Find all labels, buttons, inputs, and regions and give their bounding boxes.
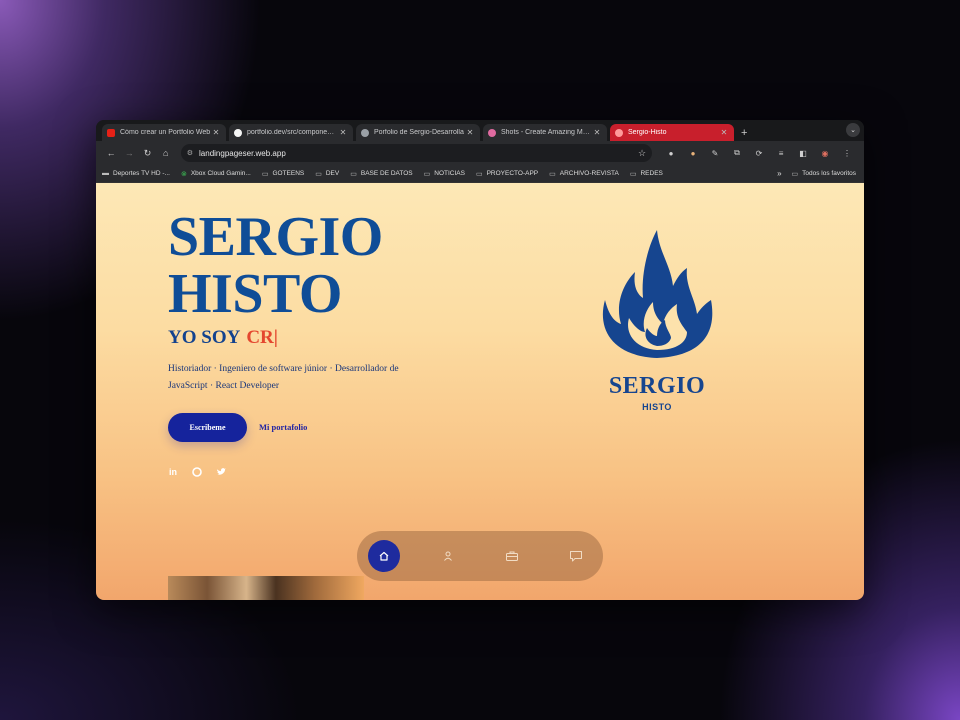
folder-icon: ▭ (791, 170, 799, 178)
landing-page: SERGIO HISTO YO SOY CR| Historiador · Ing… (96, 183, 864, 600)
menu-kebab-icon[interactable]: ⋮ (836, 144, 858, 163)
bookmark-folder[interactable]: ▭ REDES (630, 170, 663, 178)
profile-avatar-icon[interactable]: ◉ (814, 144, 836, 163)
hero-name: SERGIO HISTO (168, 209, 383, 323)
folder-icon: ▭ (261, 170, 269, 178)
write-me-button[interactable]: Escribeme (168, 413, 247, 442)
site-info-icon[interactable]: ⚙ (187, 149, 193, 157)
bookmark-folder[interactable]: ▭ PROYECTO-APP (476, 170, 538, 178)
tv-icon: ▬ (102, 170, 109, 177)
bottom-nav-dock (357, 531, 603, 581)
bookmark-label: GOTEENS (272, 170, 305, 177)
bookmark-star-icon[interactable]: ☆ (638, 148, 646, 159)
tab-youtube[interactable]: Cómo crear un Portfolio Web ✕ (102, 124, 226, 141)
youtube-icon (107, 128, 115, 137)
tab-title: Porfolio de Sergio-Desarrolla (374, 129, 464, 136)
forward-icon[interactable]: → (120, 144, 138, 163)
bookmarks-overflow-button[interactable]: » (777, 169, 781, 178)
close-icon[interactable]: ✕ (719, 128, 729, 137)
shots-icon (488, 128, 496, 137)
flame-icon (615, 128, 623, 137)
bookmark-folder[interactable]: ▭ DEV (315, 170, 339, 178)
xbox-icon: ⊗ (180, 170, 187, 178)
extension-icon[interactable]: ● (660, 144, 682, 163)
chevron-down-icon[interactable]: ⌄ (846, 123, 860, 137)
back-icon[interactable]: ← (102, 144, 120, 163)
bookmark-folder[interactable]: ▭ BASE DE DATOS (350, 170, 412, 178)
tab-sergio-histo[interactable]: Sergio-Histo ✕ (610, 124, 734, 141)
refresh-extension-icon[interactable]: ⟳ (748, 144, 770, 163)
bookmark-folder[interactable]: ▭ NOTICIAS (424, 170, 465, 178)
bookmarks-bar: ▬ Deportes TV HD -... ⊗ Xbox Cloud Gamin..… (96, 165, 864, 183)
hero-name-line2: HISTO (168, 263, 342, 325)
folder-icon: ▭ (423, 170, 431, 178)
close-icon[interactable]: ✕ (211, 128, 221, 137)
bookmark-label: REDES (640, 170, 663, 177)
bookmark-label: Deportes TV HD -... (113, 170, 170, 177)
profile-photo (168, 576, 364, 600)
puzzle-icon[interactable]: ⧉ (726, 144, 748, 163)
bookmark-label: ARCHIVO-REVISTA (559, 170, 619, 177)
folder-icon: ▭ (549, 170, 556, 178)
bookmark-label: PROYECTO-APP (486, 170, 539, 177)
folder-icon: ▭ (629, 170, 637, 178)
tab-title: Sergio-Histo (628, 129, 667, 136)
bookmark-item[interactable]: ▬ Deportes TV HD -... (102, 170, 170, 177)
hero-description: Historiador · Ingeniero de software júni… (168, 364, 399, 391)
hero-name-line1: SERGIO (168, 206, 383, 268)
close-icon[interactable]: ✕ (465, 128, 475, 137)
url-text[interactable]: landingpageser.web.app (199, 149, 638, 158)
tab-title: Shots - Create Amazing Mock (501, 129, 592, 136)
linkedin-icon[interactable]: in (168, 467, 178, 477)
bookmark-label: DEV (325, 170, 340, 177)
tab-title: Cómo crear un Portfolio Web (120, 129, 211, 136)
twitter-icon[interactable] (216, 467, 226, 477)
new-tab-button[interactable]: + (741, 124, 747, 141)
logo-subtitle: HISTO (642, 402, 672, 412)
bookmark-label: Todos los favoritos (802, 170, 856, 177)
bookmark-folder[interactable]: ▭ GOTEENS (262, 170, 304, 178)
browser-window: Cómo crear un Portfolio Web ✕ portfolio.… (96, 120, 864, 600)
github-icon (234, 128, 242, 137)
briefcase-icon[interactable] (496, 540, 528, 572)
browser-toolbar: ← → ↻ ⌂ ⚙ landingpageser.web.app ☆ ● ● ✎… (96, 141, 864, 165)
user-icon[interactable] (432, 540, 464, 572)
folder-icon: ▭ (350, 170, 357, 178)
message-icon[interactable] (560, 540, 592, 572)
reload-icon[interactable]: ↻ (138, 144, 156, 163)
folder-icon: ▭ (315, 170, 322, 178)
portfolio-link[interactable]: Mi portafolio (259, 422, 307, 432)
bookmark-folder[interactable]: ▭ ARCHIVO-REVISTA (549, 170, 619, 178)
extension-icon[interactable]: ● (682, 144, 704, 163)
close-icon[interactable]: ✕ (592, 128, 602, 137)
hero-tagline: YO SOY CR| (168, 327, 278, 349)
home-icon[interactable] (368, 540, 400, 572)
tab-shots[interactable]: Shots - Create Amazing Mock ✕ (483, 124, 607, 141)
typed-text: CR| (246, 327, 278, 348)
folder-icon: ▭ (475, 170, 483, 178)
tab-portfolio[interactable]: Porfolio de Sergio-Desarrolla ✕ (356, 124, 480, 141)
social-links: in (168, 467, 226, 477)
bookmark-label: BASE DE DATOS (360, 170, 413, 177)
tab-github[interactable]: portfolio.dev/src/components/ ✕ (229, 124, 353, 141)
logo-title: SERGIO (608, 373, 706, 399)
extensions-row: ● ● ✎ ⧉ ⟳ ≡ ◧ ◉ ⋮ (660, 144, 858, 163)
tab-strip: Cómo crear un Portfolio Web ✕ portfolio.… (96, 120, 864, 141)
bookmark-item[interactable]: ⊗ Xbox Cloud Gamin... (181, 170, 251, 178)
home-browser-icon[interactable]: ⌂ (157, 144, 175, 163)
queue-icon[interactable]: ≡ (770, 144, 792, 163)
sidepanel-icon[interactable]: ◧ (792, 144, 814, 163)
github-icon[interactable] (192, 467, 202, 477)
address-bar[interactable]: ⚙ landingpageser.web.app ☆ (180, 144, 653, 162)
close-icon[interactable]: ✕ (338, 128, 348, 137)
eyedropper-icon[interactable]: ✎ (704, 144, 726, 163)
all-bookmarks-folder[interactable]: ▭ Todos los favoritos (792, 170, 856, 178)
rocket-icon (361, 128, 369, 137)
bookmark-label: Xbox Cloud Gamin... (190, 170, 251, 177)
yo-soy-label: YO SOY (168, 327, 241, 348)
tab-title: portfolio.dev/src/components/ (247, 129, 338, 136)
bookmark-label: NOTICIAS (434, 170, 465, 177)
